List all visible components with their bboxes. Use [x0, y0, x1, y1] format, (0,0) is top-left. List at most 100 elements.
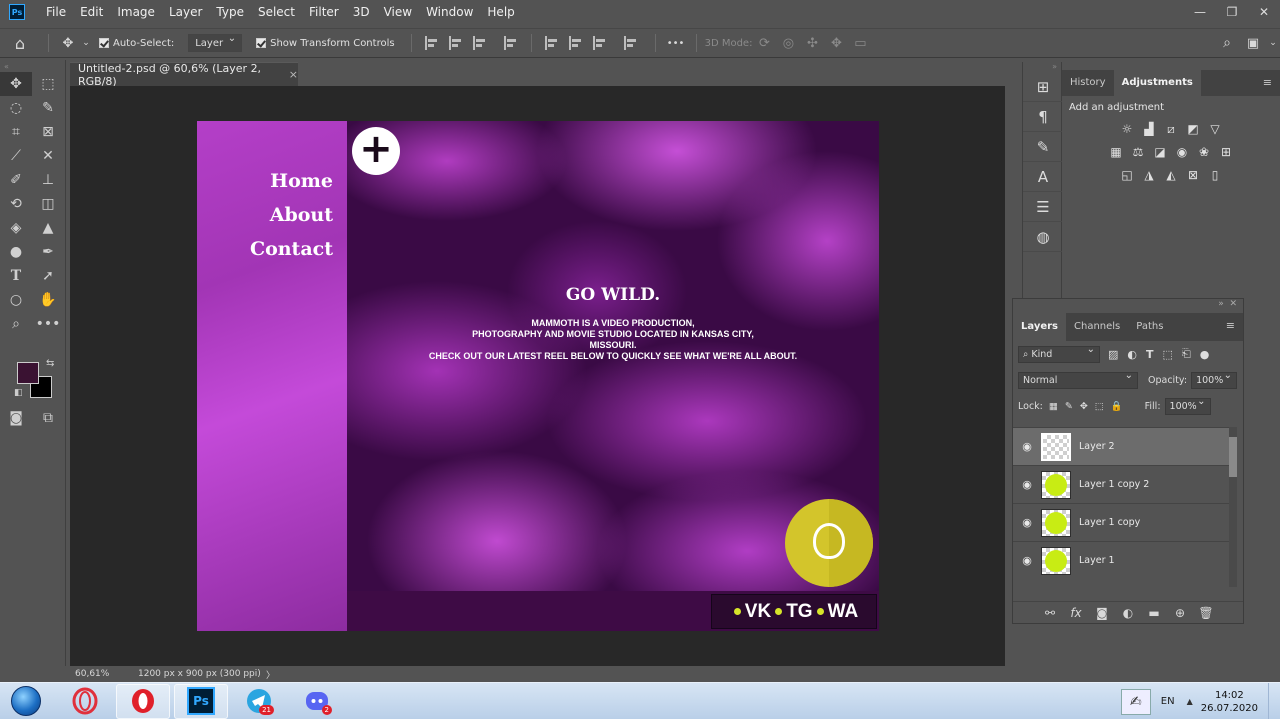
panel-menu-icon[interactable]: ≡ — [1218, 313, 1243, 341]
visibility-eye-icon[interactable]: ◉ — [1013, 516, 1041, 529]
canvas-area[interactable]: Home About Contact + GO WILD. MAMMOTH IS… — [70, 86, 1005, 666]
tab-adjustments[interactable]: Adjustments — [1113, 70, 1201, 96]
zoom-tool-icon[interactable]: ⌕ — [0, 312, 32, 336]
lock-transparent-icon[interactable]: ▦ — [1049, 401, 1058, 412]
trash-icon[interactable]: 🗑 — [1193, 606, 1219, 620]
color-lookup-icon[interactable]: ⊞ — [1215, 143, 1237, 161]
link-layers-icon[interactable]: ⚯ — [1037, 606, 1063, 620]
eyedropper-tool-icon[interactable]: ⟋ — [0, 144, 32, 168]
screen-mode-icon[interactable]: ⧉ — [32, 406, 64, 430]
document-tab[interactable]: Untitled-2.psd @ 60,6% (Layer 2, RGB/8) … — [70, 62, 298, 88]
stamp-tool-icon[interactable]: ⊥ — [32, 168, 64, 192]
collapse-arrows-icon[interactable]: » — [1023, 62, 1061, 72]
quick-select-tool-icon[interactable]: ✎ — [32, 96, 64, 120]
chevron-down-icon[interactable]: ⌄ — [1266, 28, 1280, 58]
search-icon[interactable]: ⌕ — [1214, 28, 1240, 58]
menu-view[interactable]: View — [377, 0, 419, 24]
minimize-button[interactable]: — — [1184, 0, 1216, 24]
bw-icon[interactable]: ◪ — [1149, 143, 1171, 161]
exposure-icon[interactable]: ◩ — [1182, 120, 1204, 138]
menu-select[interactable]: Select — [251, 0, 302, 24]
default-colors-icon[interactable]: ◧ — [14, 388, 23, 398]
align-center-icon[interactable] — [448, 36, 463, 50]
marquee-tool-icon[interactable]: ⬚ — [32, 72, 64, 96]
menu-filter[interactable]: Filter — [302, 0, 346, 24]
taskbar-telegram[interactable]: 21 — [232, 684, 286, 719]
blend-mode-dropdown[interactable]: Normal — [1018, 370, 1138, 389]
new-layer-icon[interactable]: ⊕ — [1167, 606, 1193, 620]
invert-icon[interactable]: ◱ — [1116, 166, 1138, 184]
learn-icon[interactable]: ⊞ — [1023, 72, 1063, 102]
new-group-icon[interactable]: ▬ — [1141, 606, 1167, 620]
type-tool-icon[interactable]: T — [0, 264, 32, 288]
menu-layer[interactable]: Layer — [162, 0, 209, 24]
close-icon[interactable]: × — [289, 68, 298, 81]
healing-tool-icon[interactable]: ✕ — [32, 144, 64, 168]
taskbar-photoshop[interactable]: Ps — [174, 683, 228, 719]
clock[interactable]: 14:02 26.07.2020 — [1201, 689, 1258, 715]
fill-input[interactable]: 100% — [1164, 396, 1211, 415]
menu-help[interactable]: Help — [480, 0, 521, 24]
threshold-icon[interactable]: ◭ — [1160, 166, 1182, 184]
pen-tool-icon[interactable]: ✒ — [32, 240, 64, 264]
taskbar-opera[interactable] — [116, 683, 170, 719]
menu-file[interactable]: File — [39, 0, 73, 24]
selective-color-icon[interactable]: ⊠ — [1182, 166, 1204, 184]
crop-tool-icon[interactable]: ⌗ — [0, 120, 32, 144]
start-button[interactable] — [4, 684, 48, 719]
levels-icon[interactable]: ▟ — [1138, 120, 1160, 138]
scrollbar-thumb[interactable] — [1229, 437, 1237, 477]
distribute-horizontal-icon[interactable] — [503, 36, 518, 50]
align-left-icon[interactable] — [424, 36, 439, 50]
status-menu-arrow[interactable]: 〉 — [266, 668, 275, 681]
filter-pixel-icon[interactable]: ▨ — [1108, 348, 1118, 361]
workspace-icon[interactable]: ▣ — [1240, 28, 1266, 58]
auto-select-checkbox[interactable]: Auto-Select: — [99, 38, 174, 49]
close-button[interactable]: ✕ — [1248, 0, 1280, 24]
align-middle-icon[interactable] — [568, 36, 583, 50]
more-tools-icon[interactable]: ••• — [32, 312, 64, 336]
paint-bucket-tool-icon[interactable]: ◈ — [0, 216, 32, 240]
blur-tool-icon[interactable]: ▲ — [32, 216, 64, 240]
lock-artboard-icon[interactable]: ⬚ — [1095, 401, 1104, 412]
home-icon[interactable]: ⌂ — [0, 28, 40, 58]
3d-roll-icon[interactable]: ◎ — [776, 28, 800, 58]
brush-tool-icon[interactable]: ✐ — [0, 168, 32, 192]
layer-row-layer-2[interactable]: ◉ Layer 2 — [1013, 427, 1229, 465]
distribute-vertical-icon[interactable] — [623, 36, 638, 50]
channel-mixer-icon[interactable]: ❀ — [1193, 143, 1215, 161]
language-indicator[interactable]: EN — [1161, 696, 1175, 707]
layer-row-layer-1-copy[interactable]: ◉ Layer 1 copy — [1013, 503, 1229, 541]
collapse-arrows-icon[interactable]: « — [0, 60, 65, 72]
zoom-level[interactable]: 60,61% — [70, 669, 130, 679]
align-top-icon[interactable] — [544, 36, 559, 50]
restore-button[interactable]: ❐ — [1216, 0, 1248, 24]
filter-adjustment-icon[interactable]: ◐ — [1127, 348, 1137, 361]
menu-3d[interactable]: 3D — [346, 0, 377, 24]
paragraph-icon[interactable]: ¶ — [1023, 102, 1063, 132]
path-select-tool-icon[interactable]: ➚ — [32, 264, 64, 288]
layers-scrollbar[interactable] — [1229, 427, 1237, 587]
frame-tool-icon[interactable]: ⊠ — [32, 120, 64, 144]
3d-slide-icon[interactable]: ✥ — [824, 28, 848, 58]
posterize-icon[interactable]: ◮ — [1138, 166, 1160, 184]
move-tool-icon[interactable]: ✥ — [57, 28, 79, 58]
libraries-icon[interactable]: ◍ — [1023, 222, 1063, 252]
filter-toggle-icon[interactable]: ● — [1200, 348, 1210, 361]
taskbar-discord[interactable]: 2 — [290, 684, 344, 719]
show-hidden-icons-icon[interactable]: ▲ — [1187, 697, 1193, 706]
foreground-color-swatch[interactable] — [17, 362, 39, 384]
layer-row-layer-1-copy-2[interactable]: ◉ Layer 1 copy 2 — [1013, 465, 1229, 503]
eraser-tool-icon[interactable]: ◫ — [32, 192, 64, 216]
swap-colors-icon[interactable]: ⇆ — [46, 358, 54, 369]
align-bottom-icon[interactable] — [592, 36, 607, 50]
character-icon[interactable]: A — [1023, 162, 1063, 192]
lock-position-icon[interactable]: ✥ — [1080, 401, 1088, 412]
3d-scale-icon[interactable]: ▭ — [848, 28, 872, 58]
brush-settings-icon[interactable]: ✎ — [1023, 132, 1063, 162]
tab-layers[interactable]: Layers — [1013, 313, 1066, 341]
visibility-eye-icon[interactable]: ◉ — [1013, 440, 1041, 453]
lasso-tool-icon[interactable]: ◌ — [0, 96, 32, 120]
menu-edit[interactable]: Edit — [73, 0, 110, 24]
opacity-input[interactable]: 100% — [1191, 370, 1238, 389]
